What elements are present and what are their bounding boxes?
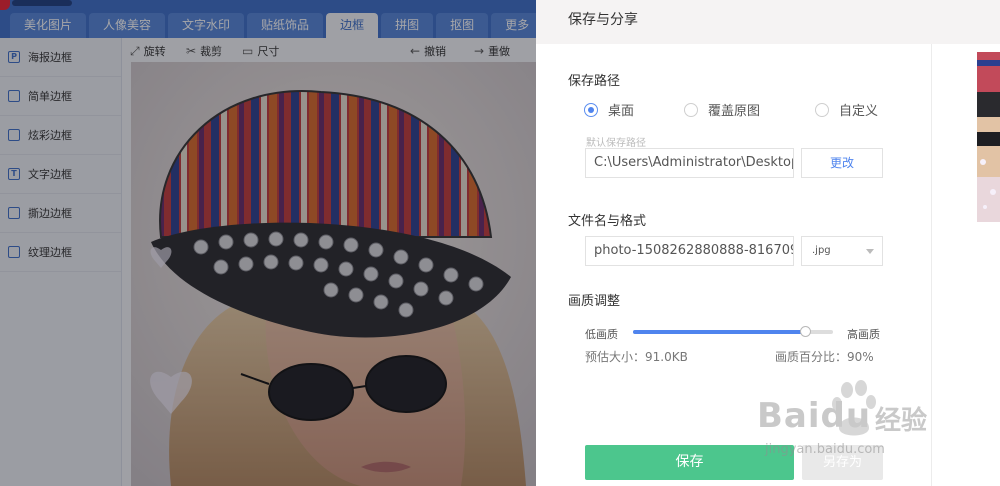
low-quality-label: 低画质	[585, 328, 618, 341]
change-path-button[interactable]: 更改	[801, 148, 883, 178]
baidu-jingyan-watermark: Baidu 经验 jingyan.baidu.com	[735, 378, 945, 468]
radio-custom-circle[interactable]	[815, 102, 829, 117]
radio-desktop-circle[interactable]	[584, 102, 598, 117]
preview-thumbnail	[977, 52, 1000, 222]
default-path-hint: 默认保存路径	[586, 138, 646, 149]
watermark-product: 经验	[875, 406, 928, 436]
dialog-title: 保存与分享	[568, 12, 638, 28]
radio-custom[interactable]: 自定义	[815, 100, 878, 119]
format-select-value: .jpg	[812, 245, 831, 256]
high-quality-label: 高画质	[847, 328, 880, 341]
radio-desktop[interactable]: 桌面	[584, 100, 634, 119]
quality-slider-fill	[633, 330, 805, 334]
chevron-down-icon	[866, 249, 874, 254]
radio-overwrite-original[interactable]: 覆盖原图	[684, 100, 760, 119]
quality-slider-thumb[interactable]	[800, 326, 811, 337]
modal-overlay	[0, 0, 536, 486]
photo-editor-window: 美化图片 人像美容 文字水印 贴纸饰品 边框 拼图 抠图 更多 P 海报边框 简单边框 炫彩边框 T 文…	[0, 0, 536, 486]
quality-slider[interactable]	[633, 326, 833, 337]
dialog-header: 保存与分享	[536, 0, 1000, 44]
save-path-field[interactable]: C:\Users\Administrator\Desktop	[585, 148, 794, 178]
filename-format-label: 文件名与格式	[568, 214, 647, 229]
watermark-brand: Baidu	[757, 396, 872, 436]
estimated-size: 预估大小：91.0KB	[585, 350, 688, 364]
filename-input[interactable]: photo-1508262880888-816709...	[585, 236, 794, 266]
save-path-label: 保存路径	[568, 74, 621, 89]
format-select[interactable]: .jpg	[801, 236, 883, 266]
watermark-url: jingyan.baidu.com	[765, 442, 885, 457]
radio-custom-label: 自定义	[839, 104, 879, 119]
quality-percent: 画质百分比：90%	[775, 350, 874, 364]
radio-overwrite-circle[interactable]	[684, 102, 698, 117]
radio-desktop-label: 桌面	[608, 104, 635, 119]
quality-label: 画质调整	[568, 294, 621, 309]
radio-overwrite-label: 覆盖原图	[708, 104, 761, 119]
